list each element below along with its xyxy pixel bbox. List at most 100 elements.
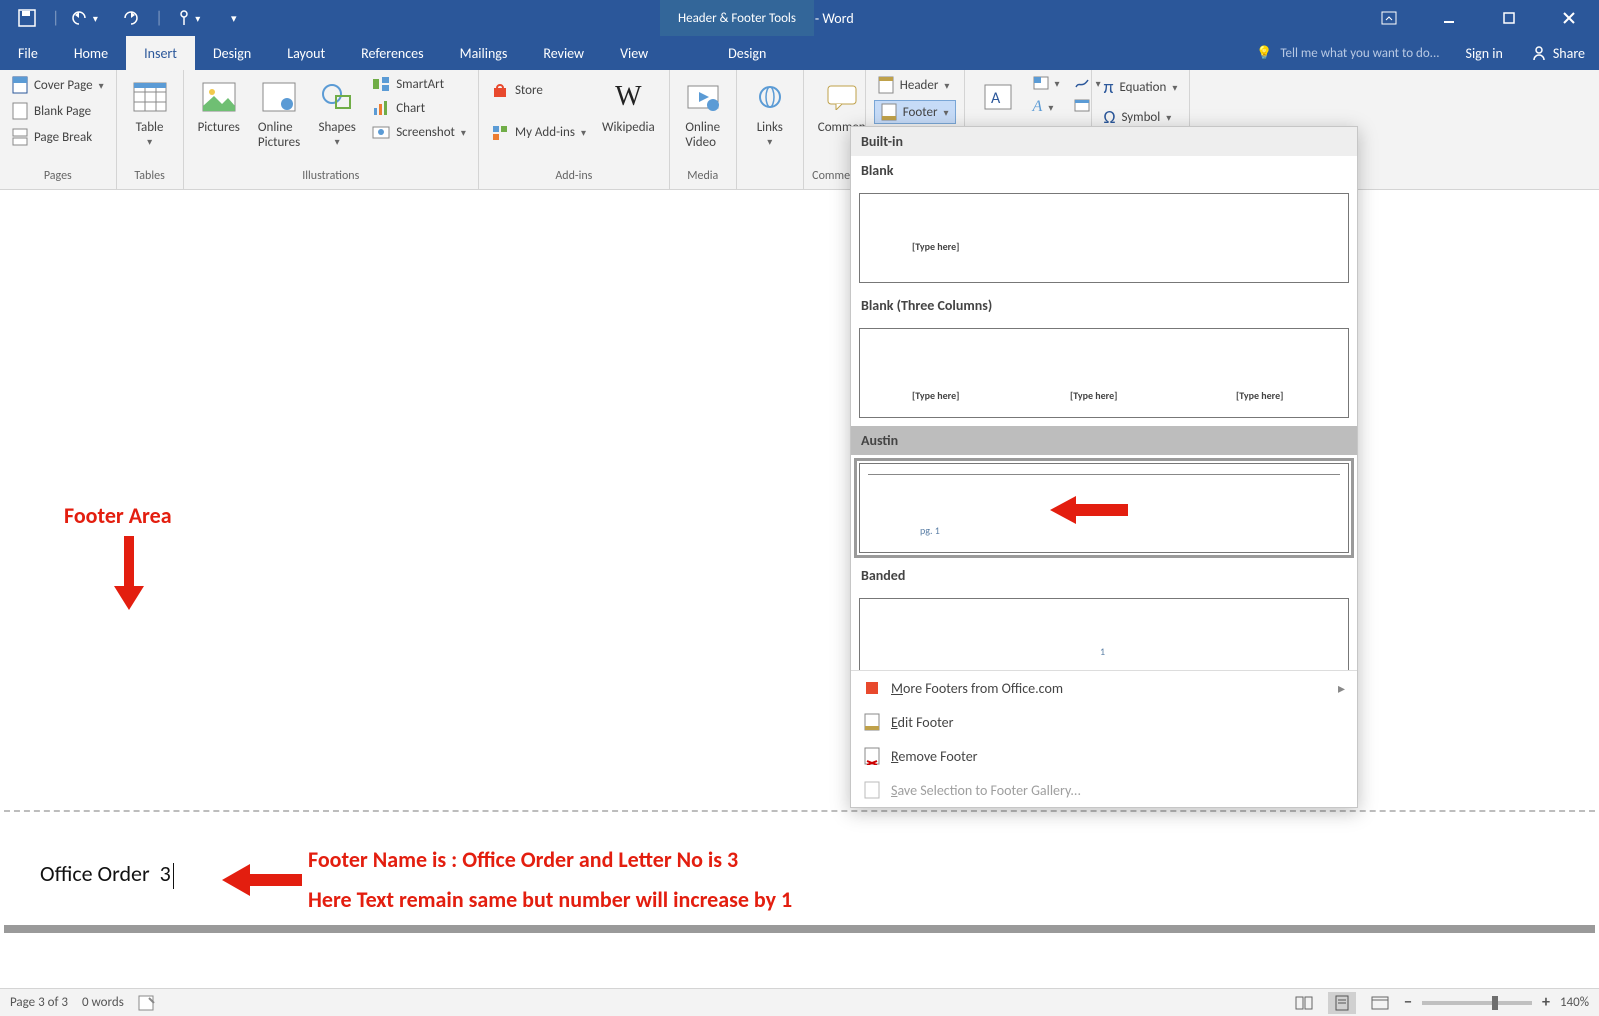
- touch-mode-button[interactable]: ▾: [167, 3, 209, 33]
- page-break-button[interactable]: Page Break: [8, 126, 108, 148]
- footer-template-banded[interactable]: 1: [859, 598, 1349, 670]
- group-links: Links▾: [737, 70, 804, 189]
- tab-home[interactable]: Home: [56, 36, 126, 70]
- tab-design[interactable]: Design: [195, 36, 269, 70]
- my-addins-button[interactable]: My Add-ins ▾: [487, 122, 590, 142]
- edit-footer-item[interactable]: Edit Footer: [851, 705, 1357, 739]
- smartart-button[interactable]: SmartArt: [368, 74, 470, 94]
- footer-template-austin[interactable]: pg. 1: [859, 463, 1349, 553]
- wikipedia-button[interactable]: WWikipedia: [596, 74, 661, 139]
- blank-page-button[interactable]: Blank Page: [8, 100, 108, 122]
- contextual-tab-title: Header & Footer Tools: [660, 0, 814, 36]
- header-button[interactable]: Header ▾: [874, 74, 956, 96]
- tab-insert[interactable]: Insert: [126, 36, 195, 70]
- online-pictures-button[interactable]: Online Pictures: [252, 74, 306, 154]
- window-controls: [1359, 0, 1599, 36]
- store-button[interactable]: Store: [487, 80, 590, 100]
- ribbon-tabs: File Home Insert Design Layout Reference…: [0, 36, 1599, 70]
- footer-gallery-dropdown: Built-in Blank [Type here] Blank (Three …: [850, 126, 1358, 808]
- footer-button[interactable]: Footer ▾: [874, 100, 956, 124]
- tab-contextual-design[interactable]: Design: [710, 36, 784, 70]
- my-addins-icon: [491, 124, 509, 140]
- print-layout-button[interactable]: [1328, 992, 1356, 1014]
- tab-layout[interactable]: Layout: [269, 36, 343, 70]
- links-icon: [751, 78, 789, 116]
- minimize-button[interactable]: [1419, 0, 1479, 36]
- comment-icon: [823, 78, 861, 116]
- page-indicator[interactable]: Page 3 of 3: [10, 995, 68, 1010]
- document-area[interactable]: Footer Area Office Order 3 Footer Name i…: [0, 190, 1599, 988]
- annotation-footer-name: Footer Name is : Office Order and Letter…: [308, 846, 738, 873]
- status-bar: Page 3 of 3 0 words − + 140%: [0, 988, 1599, 1016]
- web-layout-button[interactable]: [1366, 992, 1394, 1014]
- group-pages: Cover Page ▾ Blank Page Page Break Pages: [0, 70, 117, 189]
- read-mode-button[interactable]: [1290, 992, 1318, 1014]
- zoom-level[interactable]: 140%: [1560, 995, 1589, 1010]
- smartart-icon: [372, 76, 390, 92]
- remove-footer-item[interactable]: Remove Footer: [851, 739, 1357, 773]
- zoom-slider-thumb[interactable]: [1492, 996, 1498, 1010]
- quick-parts-button[interactable]: ▾: [1029, 74, 1064, 92]
- tab-view[interactable]: View: [602, 36, 666, 70]
- sign-in-link[interactable]: Sign in: [1452, 45, 1517, 62]
- customize-qat-button[interactable]: ▾: [213, 3, 255, 33]
- lightbulb-icon: 💡: [1256, 46, 1272, 61]
- page-break-icon: [12, 128, 28, 146]
- chart-button[interactable]: Chart: [368, 98, 470, 118]
- table-button[interactable]: Table▾: [125, 74, 175, 152]
- footer-number: 3: [160, 860, 171, 887]
- template-page-num: 1: [1100, 645, 1105, 658]
- equation-button[interactable]: πEquation ▾: [1100, 74, 1182, 100]
- text-box-icon: A: [979, 78, 1017, 116]
- save-selection-item: Save Selection to Footer Gallery...: [851, 773, 1357, 807]
- more-footers-item[interactable]: More Footers from Office.com ▸: [851, 671, 1357, 705]
- tab-mailings[interactable]: Mailings: [442, 36, 526, 70]
- annotation-increment: Here Text remain same but number will in…: [308, 886, 792, 913]
- wordart-button[interactable]: A▾: [1029, 96, 1064, 118]
- online-video-button[interactable]: Online Video: [678, 74, 728, 154]
- shapes-icon: [318, 78, 356, 116]
- maximize-button[interactable]: [1479, 0, 1539, 36]
- arrow-left-icon: [222, 864, 302, 896]
- page-bottom-bar: [4, 925, 1595, 933]
- remove-footer-icon: [863, 747, 881, 765]
- word-count[interactable]: 0 words: [82, 995, 124, 1010]
- footer-content[interactable]: Office Order 3: [40, 860, 174, 889]
- footer-gallery-scroll[interactable]: Built-in Blank [Type here] Blank (Three …: [851, 127, 1357, 670]
- undo-button[interactable]: ▾: [63, 3, 105, 33]
- tab-review[interactable]: Review: [525, 36, 602, 70]
- text-box-button[interactable]: A: [973, 74, 1023, 124]
- save-button[interactable]: [6, 3, 48, 33]
- remove-footer-label: emove Footer: [898, 748, 977, 765]
- footer-boundary-line: [4, 810, 1595, 812]
- wikipedia-icon: W: [609, 78, 647, 116]
- group-illustrations-label: Illustrations: [192, 167, 470, 189]
- gallery-header-austin: Austin: [851, 426, 1357, 455]
- title-bar: | ▾ | ▾ ▾ Document1 - Word Header & Foot…: [0, 0, 1599, 36]
- text-cursor: [173, 863, 174, 889]
- online-video-icon: [684, 78, 722, 116]
- proofing-icon[interactable]: [138, 995, 156, 1011]
- ribbon-display-options-button[interactable]: [1359, 0, 1419, 36]
- zoom-in-button[interactable]: +: [1542, 993, 1550, 1012]
- tell-me-search[interactable]: 💡 Tell me what you want to do...: [1244, 46, 1451, 61]
- footer-template-blank-three[interactable]: [Type here] [Type here] [Type here]: [859, 328, 1349, 418]
- share-button[interactable]: Share: [1517, 45, 1599, 62]
- zoom-out-button[interactable]: −: [1404, 993, 1412, 1012]
- footer-template-blank[interactable]: [Type here]: [859, 193, 1349, 283]
- save-selection-label: ave Selection to Footer Gallery...: [897, 782, 1081, 799]
- table-icon: [131, 78, 169, 116]
- shapes-button[interactable]: Shapes▾: [312, 74, 362, 152]
- group-illustrations: Pictures Online Pictures Shapes▾ SmartAr…: [184, 70, 479, 189]
- zoom-slider[interactable]: [1422, 1001, 1532, 1005]
- header-icon: [878, 76, 894, 94]
- redo-button[interactable]: [109, 3, 151, 33]
- close-button[interactable]: [1539, 0, 1599, 36]
- links-button[interactable]: Links▾: [745, 74, 795, 152]
- screenshot-button[interactable]: Screenshot ▾: [368, 122, 470, 142]
- more-footers-label: ore Footers from Office.com: [903, 680, 1063, 697]
- cover-page-button[interactable]: Cover Page ▾: [8, 74, 108, 96]
- tab-references[interactable]: References: [343, 36, 441, 70]
- tab-file[interactable]: File: [0, 36, 56, 70]
- pictures-button[interactable]: Pictures: [192, 74, 246, 139]
